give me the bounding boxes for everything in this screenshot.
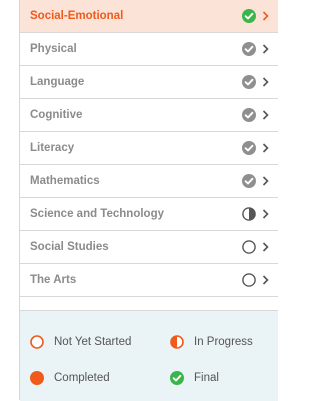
domain-item-label: Social-Emotional [30,10,124,22]
legend-not-started: Not Yet Started [30,335,131,349]
empty-circle-orange-icon [30,335,44,349]
domain-item-physical[interactable]: Physical [20,33,278,66]
legend-in-progress: In Progress [170,335,253,349]
final-check-icon [170,371,184,385]
domain-item-label: Language [30,76,85,88]
domain-item-label: Physical [30,43,77,55]
domain-item-science-and-technology[interactable]: Science and Technology [20,198,278,231]
chevron-right-icon [262,110,269,120]
domain-item-cognitive[interactable]: Cognitive [20,99,278,132]
legend-label: Completed [54,372,110,384]
domain-item-literacy[interactable]: Literacy [20,132,278,165]
check-circle-icon [242,108,256,122]
chevron-right-icon [262,242,269,252]
empty-circle-icon [242,273,256,287]
filled-circle-orange-icon [30,371,44,385]
domain-panel: Social-Emotional Physical Language Cogni… [19,0,278,401]
legend-completed: Completed [30,371,110,385]
legend-final: Final [170,371,219,385]
half-circle-icon [242,207,256,221]
domain-item-mathematics[interactable]: Mathematics [20,165,278,198]
domain-list: Social-Emotional Physical Language Cogni… [20,0,278,297]
check-circle-icon [242,75,256,89]
legend-label: Not Yet Started [54,336,132,348]
chevron-right-icon [262,44,269,54]
status-legend: Not Yet Started In Progress Completed Fi… [20,310,278,401]
domain-item-label: Mathematics [30,175,100,187]
legend-label: In Progress [194,336,253,348]
chevron-right-icon [262,143,269,153]
domain-item-social-emotional[interactable]: Social-Emotional [20,0,278,33]
domain-item-language[interactable]: Language [20,66,278,99]
domain-item-label: Literacy [30,142,75,154]
domain-item-label: Cognitive [30,109,83,121]
check-circle-icon [242,174,256,188]
half-circle-orange-icon [170,335,184,349]
check-circle-icon [242,141,256,155]
domain-item-label: The Arts [30,274,77,286]
chevron-right-icon [262,77,269,87]
empty-circle-icon [242,240,256,254]
legend-label: Final [194,372,219,384]
check-circle-icon [242,42,256,56]
chevron-right-icon [262,11,269,21]
domain-item-social-studies[interactable]: Social Studies [20,231,278,264]
chevron-right-icon [262,209,269,219]
domain-item-the-arts[interactable]: The Arts [20,264,278,297]
chevron-right-icon [262,176,269,186]
chevron-right-icon [262,275,269,285]
domain-item-label: Science and Technology [30,208,164,220]
final-check-icon [242,9,256,23]
domain-item-label: Social Studies [30,241,109,253]
